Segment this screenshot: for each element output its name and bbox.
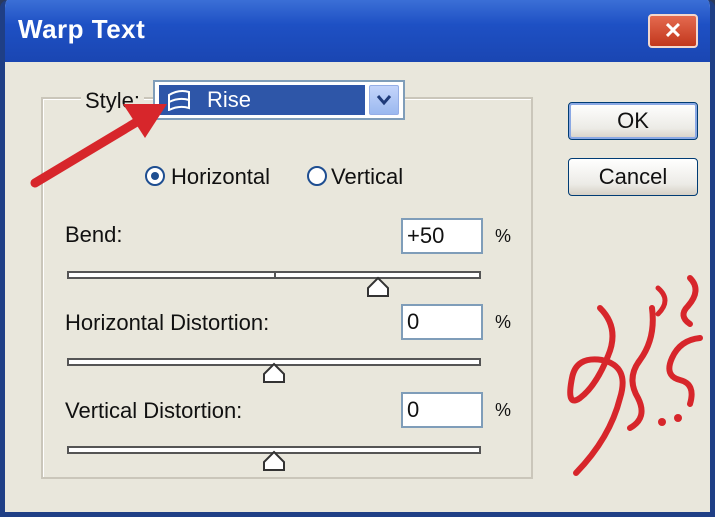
vertical-distortion-slider-thumb[interactable] bbox=[262, 450, 286, 472]
vertical-distortion-label: Vertical Distortion: bbox=[65, 398, 243, 423]
horizontal-distortion-slider-thumb[interactable] bbox=[262, 362, 286, 384]
dropdown-arrow-button[interactable] bbox=[369, 85, 399, 115]
bend-input[interactable]: +50 bbox=[401, 218, 483, 254]
bend-label: Bend: bbox=[65, 222, 123, 247]
bend-slider[interactable] bbox=[67, 271, 481, 279]
horizontal-distortion-label: Horizontal Distortion: bbox=[65, 310, 270, 335]
warp-text-dialog: Warp Text ✕ Style: Rise Horizontal Verti… bbox=[0, 0, 715, 517]
bend-unit: % bbox=[495, 226, 512, 246]
cancel-button[interactable]: Cancel bbox=[568, 158, 698, 196]
close-button[interactable]: ✕ bbox=[648, 14, 698, 48]
arabic-watermark bbox=[567, 275, 703, 476]
style-dropdown-value: Rise bbox=[207, 87, 252, 112]
rise-style-icon bbox=[168, 90, 190, 111]
bend-slider-thumb[interactable] bbox=[366, 276, 390, 298]
style-dropdown-selection: Rise bbox=[159, 85, 365, 115]
dialog-title: Warp Text bbox=[18, 14, 146, 44]
horizontal-distortion-unit: % bbox=[495, 312, 512, 332]
title-bar[interactable]: Warp Text ✕ bbox=[5, 0, 710, 62]
radio-horizontal[interactable] bbox=[145, 166, 165, 186]
style-label: Style: bbox=[81, 88, 145, 114]
ok-button[interactable]: OK bbox=[568, 102, 698, 140]
vertical-distortion-input[interactable]: 0 bbox=[401, 392, 483, 428]
radio-vertical-label[interactable]: Vertical bbox=[331, 164, 403, 190]
radio-vertical[interactable] bbox=[307, 166, 327, 186]
horizontal-distortion-input[interactable]: 0 bbox=[401, 304, 483, 340]
vertical-distortion-unit: % bbox=[495, 400, 512, 420]
radio-horizontal-label[interactable]: Horizontal bbox=[171, 164, 270, 190]
style-dropdown[interactable]: Rise bbox=[153, 80, 405, 120]
chevron-down-icon bbox=[376, 95, 392, 106]
slider-center-tick bbox=[274, 271, 276, 279]
